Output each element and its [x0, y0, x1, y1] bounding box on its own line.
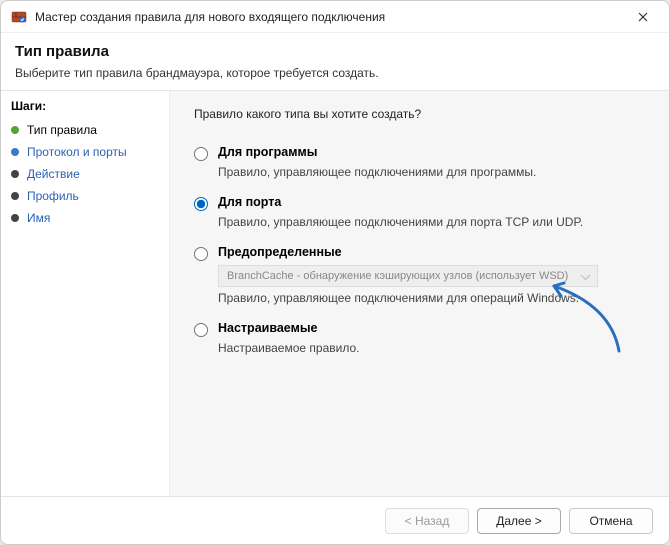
- step-label: Действие: [27, 167, 80, 181]
- window-title: Мастер создания правила для нового входя…: [35, 10, 627, 24]
- step-label: Тип правила: [27, 123, 97, 137]
- step-profile[interactable]: Профиль: [11, 185, 159, 207]
- step-label: Протокол и порты: [27, 145, 127, 159]
- step-dot-icon: [11, 126, 19, 134]
- wizard-window: Мастер создания правила для нового входя…: [0, 0, 670, 545]
- step-label: Имя: [27, 211, 50, 225]
- firewall-icon: [11, 9, 27, 25]
- option-port[interactable]: Для порта: [194, 195, 645, 211]
- page-title: Тип правила: [15, 43, 655, 60]
- cancel-button[interactable]: Отмена: [569, 508, 653, 534]
- step-label: Профиль: [27, 189, 79, 203]
- step-dot-icon: [11, 170, 19, 178]
- option-custom[interactable]: Настраиваемые: [194, 321, 645, 337]
- radio-custom[interactable]: [194, 323, 208, 337]
- option-predefined-desc: Правило, управляющее подключениями для о…: [218, 291, 645, 305]
- option-port-desc: Правило, управляющее подключениями для п…: [218, 215, 645, 229]
- predefined-select[interactable]: BranchCache - обнаружение кэширующих узл…: [218, 265, 598, 287]
- option-predefined[interactable]: Предопределенные: [194, 245, 645, 261]
- step-dot-icon: [11, 148, 19, 156]
- radio-port[interactable]: [194, 197, 208, 211]
- steps-sidebar: Шаги: Тип правила Протокол и порты Дейст…: [1, 91, 169, 496]
- prompt-text: Правило какого типа вы хотите создать?: [194, 107, 645, 121]
- page-header: Тип правила Выберите тип правила брандма…: [1, 33, 669, 88]
- option-custom-desc: Настраиваемое правило.: [218, 341, 645, 355]
- step-rule-type[interactable]: Тип правила: [11, 119, 159, 141]
- radio-predefined[interactable]: [194, 247, 208, 261]
- step-protocol-ports[interactable]: Протокол и порты: [11, 141, 159, 163]
- option-program-desc: Правило, управляющее подключениями для п…: [218, 165, 645, 179]
- next-button[interactable]: Далее >: [477, 508, 561, 534]
- wizard-footer: < Назад Далее > Отмена: [1, 496, 669, 544]
- steps-heading: Шаги:: [11, 99, 159, 113]
- option-predefined-label: Предопределенные: [218, 245, 342, 259]
- step-name[interactable]: Имя: [11, 207, 159, 229]
- back-button: < Назад: [385, 508, 469, 534]
- option-custom-label: Настраиваемые: [218, 321, 317, 335]
- close-icon: [638, 12, 648, 22]
- option-program[interactable]: Для программы: [194, 145, 645, 161]
- radio-program[interactable]: [194, 147, 208, 161]
- close-button[interactable]: [627, 1, 659, 33]
- step-dot-icon: [11, 214, 19, 222]
- step-action[interactable]: Действие: [11, 163, 159, 185]
- option-program-label: Для программы: [218, 145, 317, 159]
- page-subtitle: Выберите тип правила брандмауэра, которо…: [15, 66, 655, 80]
- content-panel: Правило какого типа вы хотите создать? Д…: [169, 91, 669, 496]
- wizard-body: Шаги: Тип правила Протокол и порты Дейст…: [1, 91, 669, 496]
- step-dot-icon: [11, 192, 19, 200]
- titlebar: Мастер создания правила для нового входя…: [1, 1, 669, 33]
- option-port-label: Для порта: [218, 195, 281, 209]
